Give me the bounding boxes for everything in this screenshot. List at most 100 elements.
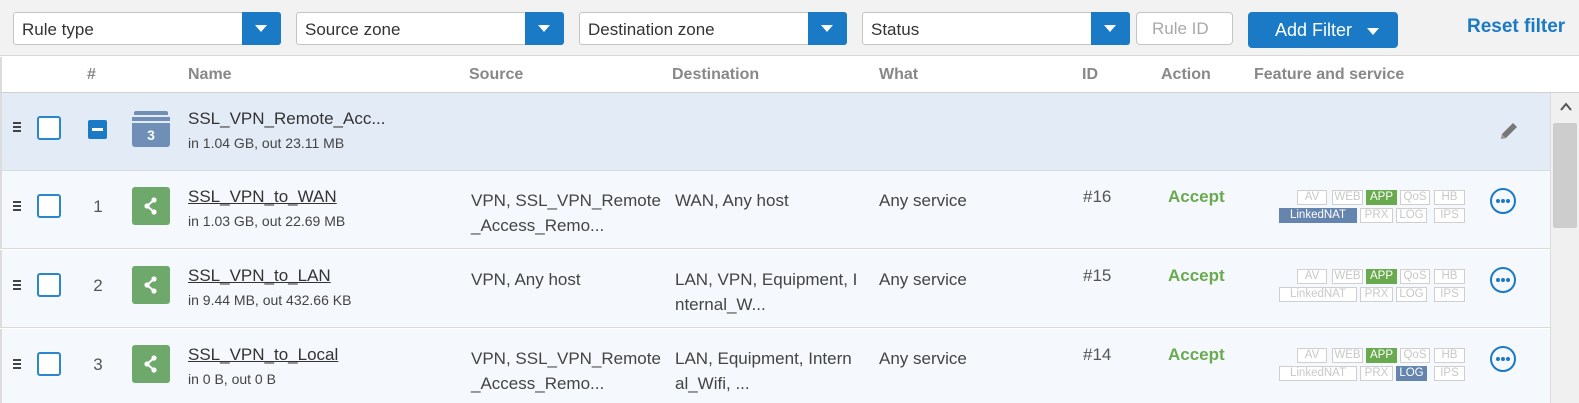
- feature-tag-qos: QoS: [1400, 348, 1430, 363]
- feature-tag-web: WEB: [1332, 190, 1363, 205]
- feature-tags: AV WEB APP QoS HB LinkedNAT PRX LOG IPS: [1279, 188, 1477, 224]
- rule-name-link[interactable]: SSL_VPN_to_LAN: [188, 266, 331, 286]
- chevron-down-icon[interactable]: [525, 12, 564, 45]
- more-options-icon[interactable]: [1490, 267, 1516, 293]
- feature-tag-qos: QoS: [1400, 269, 1430, 284]
- col-action[interactable]: Action: [1161, 66, 1211, 84]
- rule-id: #14: [1083, 345, 1112, 364]
- rule-action: Accept: [1168, 345, 1225, 364]
- vertical-scrollbar[interactable]: [1550, 93, 1579, 403]
- feature-tag-ips: IPS: [1434, 287, 1465, 302]
- collapse-group-icon[interactable]: [88, 120, 107, 139]
- chevron-down-icon[interactable]: [242, 12, 281, 45]
- rule-group-row[interactable]: 3 SSL_VPN_Remote_Acc... in 1.04 GB, out …: [0, 93, 1550, 171]
- rule-checkbox[interactable]: [37, 194, 61, 218]
- feature-tag-linkednat: LinkedNAT: [1279, 208, 1357, 223]
- caret-down-icon: [1367, 28, 1379, 35]
- feature-tag-app: APP: [1366, 348, 1397, 363]
- rule-source: VPN, SSL_VPN_Remote _Access_Remo...: [471, 349, 661, 393]
- status-dropdown[interactable]: Status: [862, 12, 1130, 45]
- group-checkbox[interactable]: [37, 116, 61, 140]
- col-what[interactable]: What: [879, 66, 918, 84]
- rule-number: 2: [93, 276, 103, 295]
- rule-id: #15: [1083, 266, 1112, 285]
- feature-tag-qos: QoS: [1400, 190, 1430, 205]
- group-name[interactable]: SSL_VPN_Remote_Acc...: [188, 109, 385, 129]
- feature-tag-prx: PRX: [1360, 208, 1393, 223]
- drag-handle-icon[interactable]: [13, 201, 21, 212]
- rule-id-input[interactable]: [1136, 12, 1233, 45]
- rule-destination: WAN, Any host: [675, 191, 789, 210]
- share-network-icon: [132, 345, 170, 383]
- chevron-down-icon[interactable]: [1091, 12, 1130, 45]
- share-network-icon: [132, 187, 170, 225]
- source-zone-label: Source zone: [305, 20, 401, 39]
- table-header: # Name Source Destination What ID Action…: [0, 57, 1579, 93]
- feature-tag-ips: IPS: [1434, 366, 1465, 381]
- feature-tag-linkednat: LinkedNAT: [1279, 366, 1357, 381]
- feature-tag-av: AV: [1297, 190, 1327, 205]
- reset-filter-link[interactable]: Reset filter: [1467, 16, 1565, 38]
- rule-row[interactable]: 2 SSL_VPN_to_LANin 9.44 MB, out 432.66 KB…: [0, 250, 1550, 328]
- chevron-down-icon[interactable]: [808, 12, 847, 45]
- drag-handle-icon[interactable]: [13, 122, 21, 133]
- scrollbar-thumb[interactable]: [1553, 123, 1577, 228]
- feature-tag-log: LOG: [1396, 366, 1427, 381]
- pencil-icon[interactable]: [1498, 120, 1520, 142]
- rule-checkbox[interactable]: [37, 352, 61, 376]
- rule-destination: LAN, Equipment, Intern al_Wifi, ...: [675, 349, 852, 393]
- rule-traffic: in 9.44 MB, out 432.66 KB: [188, 292, 352, 308]
- destination-zone-dropdown[interactable]: Destination zone: [579, 12, 847, 45]
- rule-action: Accept: [1168, 266, 1225, 285]
- rule-id: #16: [1083, 187, 1112, 206]
- source-zone-dropdown[interactable]: Source zone: [296, 12, 564, 45]
- feature-tag-log: LOG: [1396, 287, 1427, 302]
- destination-zone-label: Destination zone: [588, 20, 715, 39]
- filter-bar: Rule type Source zone Destination zone S…: [0, 0, 1579, 56]
- feature-tag-hb: HB: [1434, 190, 1465, 205]
- rule-row[interactable]: 3 SSL_VPN_to_Localin 0 B, out 0 B VPN, SSL…: [0, 329, 1550, 403]
- more-options-icon[interactable]: [1490, 346, 1516, 372]
- feature-tag-linkednat: LinkedNAT: [1279, 287, 1357, 302]
- add-filter-label: Add Filter: [1275, 19, 1353, 40]
- rule-row[interactable]: 1 SSL_VPN_to_WAN in 1.03 GB, out 22.69 MB V…: [0, 171, 1550, 249]
- feature-tag-av: AV: [1297, 348, 1327, 363]
- drag-handle-icon[interactable]: [13, 280, 21, 291]
- rule-type-label: Rule type: [22, 20, 94, 39]
- rule-service: Any service: [879, 270, 967, 289]
- rule-traffic: in 0 B, out 0 B: [188, 371, 276, 387]
- share-network-icon: [132, 266, 170, 304]
- group-traffic: in 1.04 GB, out 23.11 MB: [188, 135, 345, 151]
- rule-service: Any service: [879, 349, 967, 368]
- rule-name-link[interactable]: SSL_VPN_to_WAN: [188, 187, 337, 207]
- rule-number: 3: [93, 355, 103, 374]
- group-count: 3: [132, 123, 170, 147]
- col-feature-service[interactable]: Feature and service: [1254, 66, 1404, 84]
- rule-destination: LAN, VPN, Equipment, Internal_W...: [675, 270, 858, 314]
- more-options-icon[interactable]: [1490, 188, 1516, 214]
- rule-action: Accept: [1168, 187, 1225, 206]
- add-filter-button[interactable]: Add Filter: [1248, 12, 1398, 48]
- col-number[interactable]: #: [87, 66, 96, 84]
- feature-tag-app: APP: [1366, 269, 1397, 284]
- feature-tag-hb: HB: [1434, 348, 1465, 363]
- col-name[interactable]: Name: [188, 66, 232, 84]
- drag-handle-icon[interactable]: [13, 359, 21, 370]
- col-source[interactable]: Source: [469, 66, 523, 84]
- col-id[interactable]: ID: [1082, 66, 1098, 84]
- rule-checkbox[interactable]: [37, 273, 61, 297]
- feature-tags: AV WEB APP QoS HB LinkedNAT PRX LOG IPS: [1279, 346, 1477, 382]
- rule-number: 1: [93, 197, 103, 216]
- status-label: Status: [871, 20, 920, 39]
- feature-tags: AV WEB APP QoS HB LinkedNAT PRX LOG IPS: [1279, 267, 1477, 303]
- rule-name-link[interactable]: SSL_VPN_to_Local: [188, 345, 338, 365]
- feature-tag-hb: HB: [1434, 269, 1465, 284]
- feature-tag-prx: PRX: [1360, 287, 1393, 302]
- rule-type-dropdown[interactable]: Rule type: [13, 12, 281, 45]
- rule-source: VPN, Any host: [471, 270, 581, 289]
- feature-tag-web: WEB: [1332, 348, 1363, 363]
- col-destination[interactable]: Destination: [672, 66, 759, 84]
- rule-source: VPN, SSL_VPN_Remote _Access_Remo...: [471, 191, 661, 235]
- rule-service: Any service: [879, 191, 967, 210]
- scroll-up-icon[interactable]: [1559, 101, 1573, 113]
